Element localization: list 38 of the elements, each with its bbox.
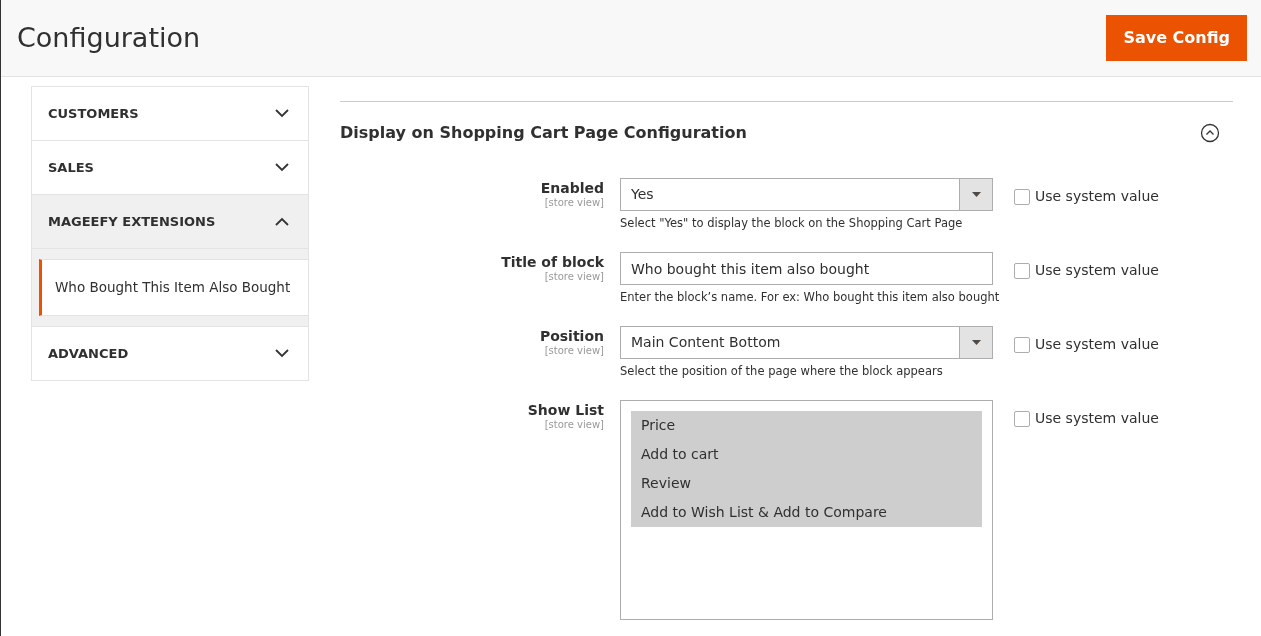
field-note: Select the position of the page where the block appears (620, 363, 943, 379)
sidebar-section-header[interactable]: MAGEEFY EXTENSIONS (32, 194, 308, 248)
field-label: Position (539, 327, 604, 345)
field-label: Show List (527, 401, 604, 419)
dropdown-arrow-icon (971, 192, 981, 197)
checkbox[interactable] (1014, 262, 1030, 279)
chevron-down-icon (275, 109, 289, 118)
checkbox-label: Use system value (1035, 187, 1159, 206)
checkbox[interactable] (1014, 410, 1030, 427)
scope-label: [store view] (544, 197, 604, 209)
list-option[interactable]: Review (631, 469, 982, 498)
chevron-up-icon (275, 217, 289, 226)
scope-label: [store view] (544, 271, 604, 283)
scope-label: [store view] (544, 419, 604, 431)
list-option[interactable]: Price (631, 411, 982, 440)
chevron-down-icon (275, 163, 289, 172)
save-config-button[interactable]: Save Config (1106, 15, 1247, 61)
chevron-down-icon (275, 349, 289, 358)
field-label: Title of block (501, 253, 604, 271)
field-label: Enabled (540, 179, 604, 197)
checkbox[interactable] (1014, 336, 1030, 353)
field-note: Select "Yes" to display the block on the Shopping Cart Page (620, 215, 963, 231)
scope-label: [store view] (544, 345, 604, 357)
list-option[interactable]: Add to cart (631, 440, 982, 469)
page-title: Configuration (17, 20, 201, 55)
checkbox-label: Use system value (1035, 409, 1159, 428)
checkbox[interactable] (1014, 188, 1030, 205)
field-note: Enter the block’s name. For ex: Who bought this item also bought (620, 289, 1000, 305)
sidebar-item[interactable]: Who Bought This Item Also Bought (39, 259, 308, 316)
list-option[interactable]: Add to Wish List & Add to Compare (631, 498, 982, 527)
select-field[interactable]: Main Content Bottom (620, 326, 993, 359)
checkbox-label: Use system value (1035, 261, 1159, 280)
multiselect-list[interactable]: Price Add to cart Review Add to Wish List & Add to Compare (620, 400, 993, 620)
checkbox-label: Use system value (1035, 335, 1159, 354)
section-header[interactable]: Display on Shopping Cart Page Configuration (340, 102, 1233, 164)
input-field[interactable]: Who bought this item also bought (620, 252, 993, 285)
dropdown-arrow-icon (971, 340, 981, 345)
select-field[interactable]: Yes (620, 178, 993, 211)
